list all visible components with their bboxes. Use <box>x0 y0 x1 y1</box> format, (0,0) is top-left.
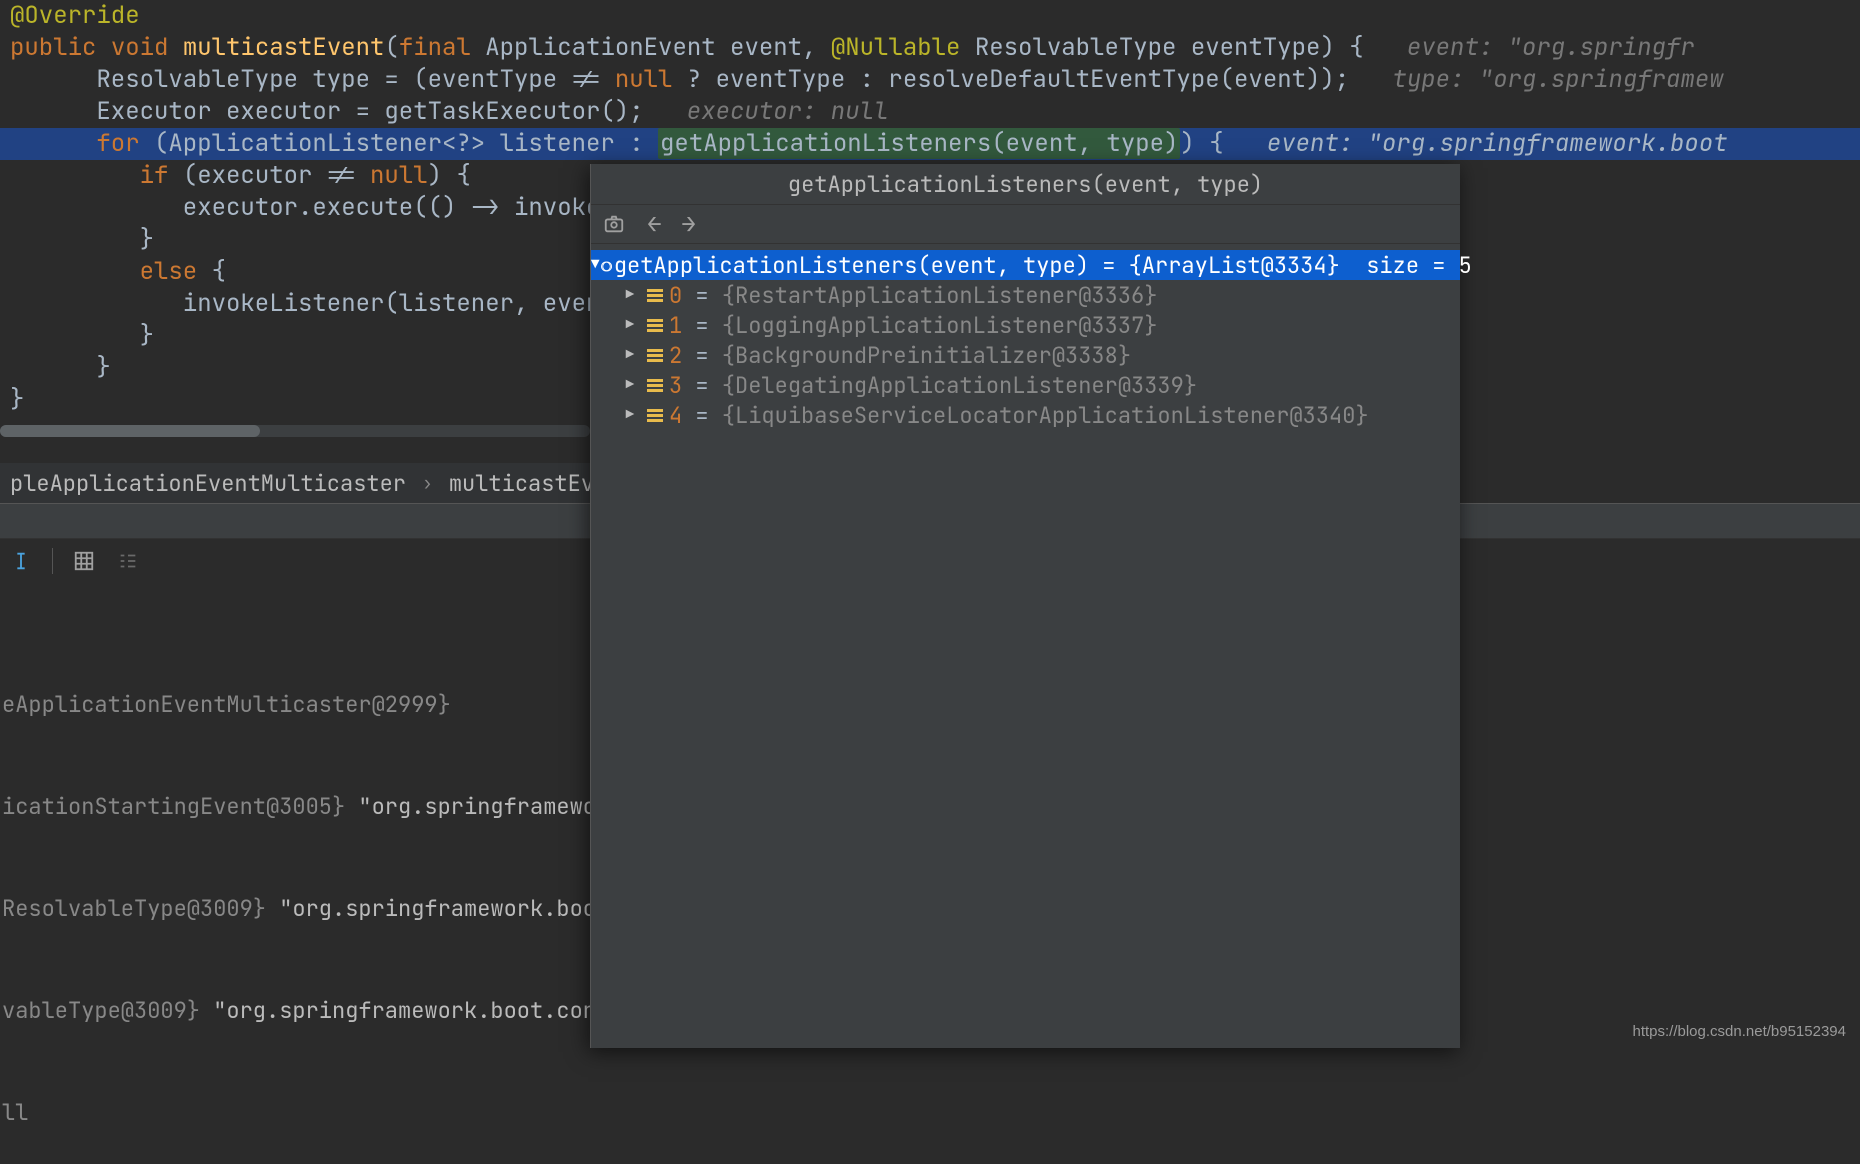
tree-item-row[interactable]: ▶ 3 = {DelegatingApplicationListener@333… <box>591 370 1460 400</box>
list-icon[interactable] <box>115 548 141 574</box>
evaluated-expression[interactable]: getApplicationListeners(event, type) <box>658 128 1180 159</box>
inline-hint: executor: null <box>644 96 889 127</box>
array-element-icon <box>647 409 663 422</box>
root-expression: getApplicationListeners(event, type) <box>614 251 1089 280</box>
array-element-icon <box>647 349 663 362</box>
variable-row: ll <box>0 1096 590 1130</box>
disclosure-triangle-icon[interactable]: ▶ <box>619 406 641 424</box>
root-value: {ArrayList@3334} <box>1129 251 1340 280</box>
result-tree[interactable]: ▼ ○○ getApplicationListeners(event, type… <box>591 244 1460 430</box>
item-value: {BackgroundPreinitializer@3338} <box>722 341 1131 370</box>
array-element-icon <box>647 379 663 392</box>
back-arrow-icon[interactable]: ← <box>647 209 661 240</box>
forward-arrow-icon[interactable]: → <box>681 209 695 240</box>
grid-icon[interactable] <box>71 548 97 574</box>
code-line: @Override <box>0 0 1860 32</box>
item-index: 0 <box>669 281 682 310</box>
disclosure-triangle-icon[interactable]: ▶ <box>619 376 641 394</box>
array-element-icon <box>647 289 663 302</box>
horizontal-scrollbar[interactable] <box>0 425 590 437</box>
divider <box>52 548 53 574</box>
variable-row: vableType@3009} "org.springframework.boo… <box>0 994 590 1028</box>
tree-root-row[interactable]: ▼ ○○ getApplicationListeners(event, type… <box>591 250 1460 280</box>
popup-toolbar: ← → <box>591 204 1460 244</box>
item-index: 1 <box>669 311 682 340</box>
inline-hint: type: <box>1349 64 1479 95</box>
disclosure-triangle-icon[interactable]: ▶ <box>619 286 641 304</box>
disclosure-triangle-icon[interactable]: ▶ <box>619 316 641 334</box>
variable-row: ResolvableType@3009} "org.springframewor… <box>0 892 590 926</box>
item-index: 4 <box>669 401 682 430</box>
breadcrumb: pleApplicationEventMulticaster › multica… <box>0 463 666 503</box>
breadcrumb-class[interactable]: pleApplicationEventMulticaster <box>4 467 412 500</box>
inline-hint: event: <box>1224 128 1368 159</box>
array-element-icon <box>647 319 663 332</box>
popup-title: getApplicationListeners(event, type) <box>591 164 1460 204</box>
camera-icon[interactable] <box>601 211 627 237</box>
item-value: {DelegatingApplicationListener@3339} <box>722 371 1197 400</box>
watch-icon: ○○ <box>599 251 613 280</box>
tree-item-row[interactable]: ▶ 4 = {LiquibaseServiceLocatorApplicatio… <box>591 400 1460 430</box>
code-line: public void multicastEvent(final Applica… <box>0 32 1860 64</box>
disclosure-triangle-icon[interactable]: ▼ <box>591 256 599 274</box>
tree-item-row[interactable]: ▶ 1 = {LoggingApplicationListener@3337} <box>591 310 1460 340</box>
variables-panel[interactable]: eApplicationEventMulticaster@2999} icati… <box>0 620 590 1164</box>
root-size: size = 5 <box>1366 251 1472 280</box>
scrollbar-thumb[interactable] <box>0 425 260 437</box>
text-cursor-icon[interactable] <box>8 548 34 574</box>
evaluate-expression-popup[interactable]: getApplicationListeners(event, type) ← →… <box>590 164 1460 1048</box>
variable-row: icationStartingEvent@3005} "org.springfr… <box>0 790 590 824</box>
item-value: {LoggingApplicationListener@3337} <box>722 311 1158 340</box>
code-line-current: for (ApplicationListener<?> listener : g… <box>0 128 1860 160</box>
chevron-right-icon: › <box>412 472 443 495</box>
item-value: {RestartApplicationListener@3336} <box>722 281 1158 310</box>
disclosure-triangle-icon[interactable]: ▶ <box>619 346 641 364</box>
item-index: 3 <box>669 371 682 400</box>
tree-item-row[interactable]: ▶ 2 = {BackgroundPreinitializer@3338} <box>591 340 1460 370</box>
item-index: 2 <box>669 341 682 370</box>
inline-hint: event: <box>1364 32 1508 63</box>
debug-toolbar <box>0 539 141 583</box>
code-line: Executor executor = getTaskExecutor(); e… <box>0 96 1860 128</box>
variable-row: eApplicationEventMulticaster@2999} <box>0 688 590 722</box>
code-line: ResolvableType type = (eventType != null… <box>0 64 1860 96</box>
watermark: https://blog.csdn.net/b95152394 <box>1632 1023 1846 1040</box>
annotation: @Override <box>10 0 140 31</box>
item-value: {LiquibaseServiceLocatorApplicationListe… <box>722 401 1369 430</box>
tree-item-row[interactable]: ▶ 0 = {RestartApplicationListener@3336} <box>591 280 1460 310</box>
